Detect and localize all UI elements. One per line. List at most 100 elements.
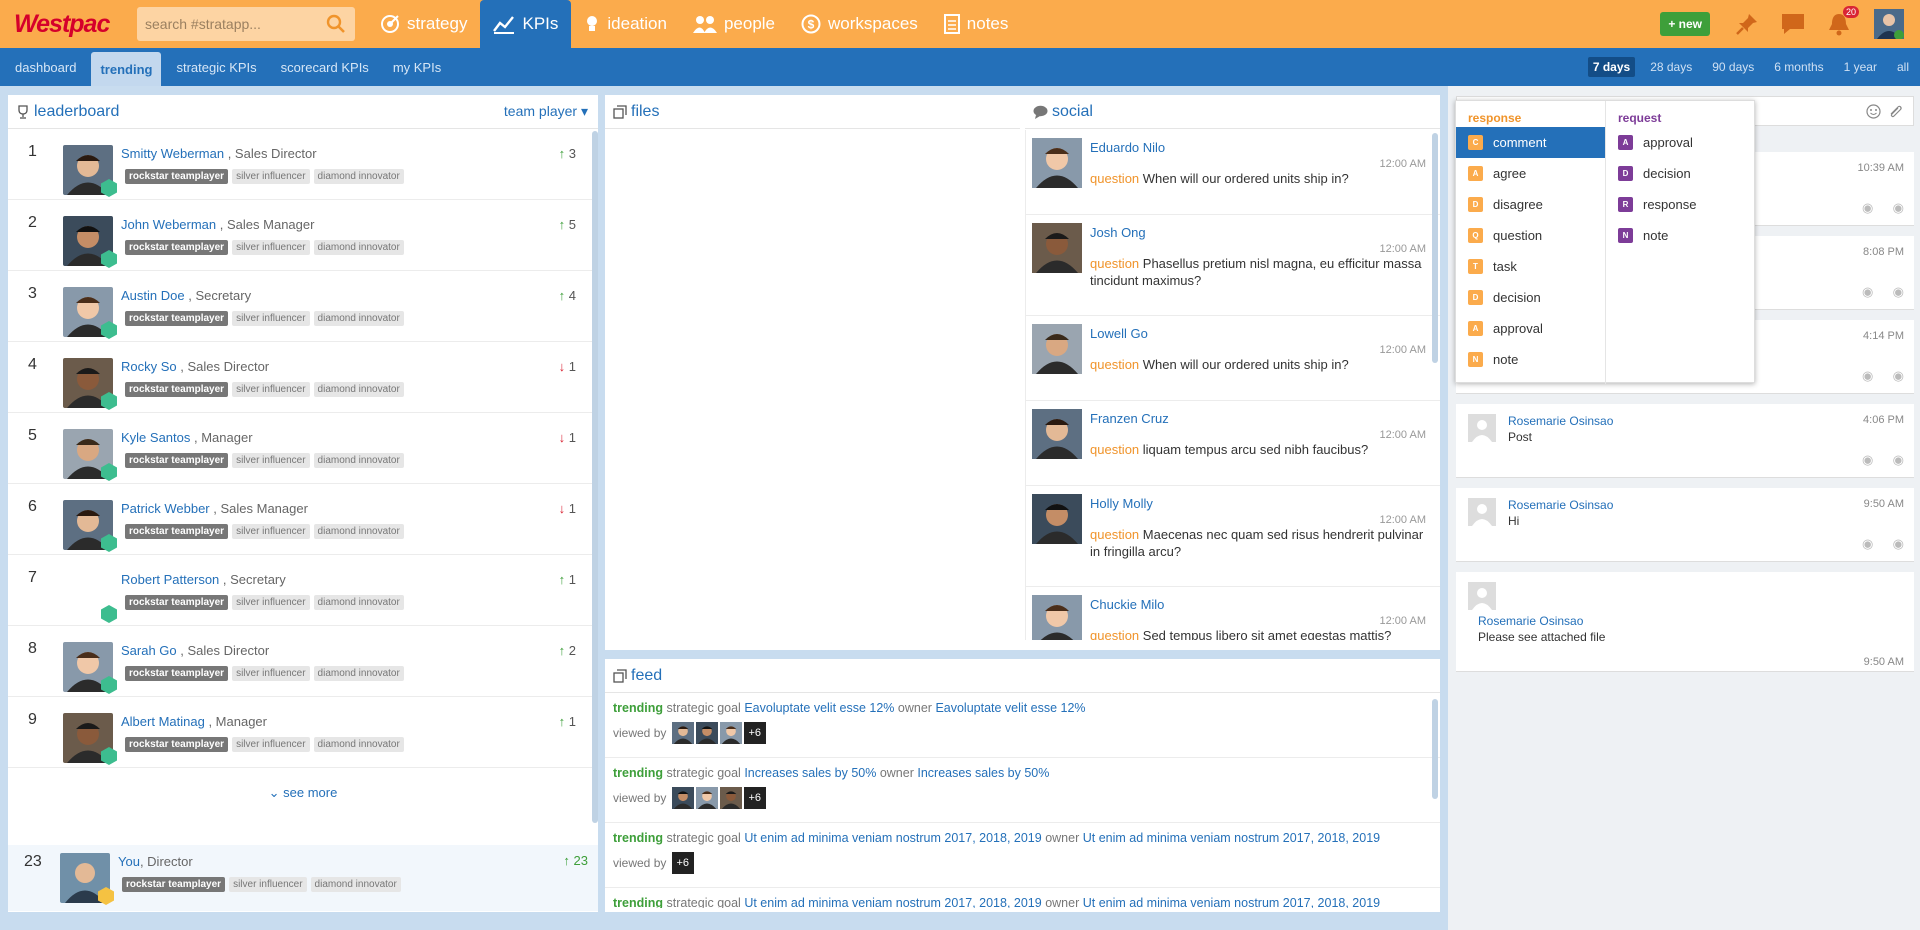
owner-link[interactable]: Ut enim ad minima veniam nostrum 2017, 2… — [1083, 896, 1380, 908]
search-input[interactable] — [137, 7, 355, 41]
owner-link[interactable]: Eavoluptate velit esse 12% — [935, 701, 1085, 715]
response-option-note[interactable]: Nnote — [1456, 344, 1605, 375]
reply-icon[interactable]: ◉ — [1862, 368, 1873, 384]
search-icon[interactable] — [326, 14, 346, 34]
range-6-months[interactable]: 6 months — [1769, 57, 1828, 77]
nav-workspaces[interactable]: $ workspaces — [788, 0, 931, 48]
user-name[interactable]: Sarah Go — [121, 643, 177, 658]
response-option-agree[interactable]: Aagree — [1456, 158, 1605, 189]
user-avatar[interactable] — [1874, 9, 1904, 40]
feed-scrollbar[interactable] — [1432, 699, 1438, 799]
range-all[interactable]: all — [1892, 57, 1914, 77]
notifications[interactable]: 20 — [1827, 6, 1859, 36]
like-icon[interactable]: ◉ — [1893, 536, 1904, 552]
post-author[interactable]: Josh Ong — [1090, 225, 1146, 240]
range-28-days[interactable]: 28 days — [1645, 57, 1697, 77]
post-author[interactable]: Holly Molly — [1090, 496, 1153, 511]
social-scrollbar[interactable] — [1432, 133, 1438, 363]
user-name[interactable]: Smitty Weberman — [121, 146, 224, 161]
sender-name[interactable]: Rosemarie Osinsao — [1478, 614, 1583, 628]
avatar-placeholder-icon[interactable] — [1468, 414, 1496, 442]
user-name[interactable]: Robert Patterson — [121, 572, 219, 587]
avatar[interactable] — [1032, 409, 1082, 459]
avatar-placeholder-icon[interactable] — [1468, 498, 1496, 526]
user-name[interactable]: Patrick Webber — [121, 501, 210, 516]
viewer-avatar[interactable] — [671, 787, 694, 809]
avatar[interactable] — [1032, 138, 1082, 188]
viewer-avatar[interactable] — [695, 787, 718, 809]
goal-link[interactable]: Eavoluptate velit esse 12% — [744, 701, 894, 715]
response-option-decision[interactable]: Ddecision — [1456, 282, 1605, 313]
paperclip-icon[interactable] — [1888, 104, 1903, 119]
range-90-days[interactable]: 90 days — [1707, 57, 1759, 77]
more-viewers-button[interactable]: +6 — [671, 852, 694, 874]
message-actions: ◉ ◉ — [1862, 284, 1904, 300]
post-author[interactable]: Chuckie Milo — [1090, 597, 1164, 612]
subnav-my-kpis[interactable]: my KPIs — [384, 51, 450, 83]
post-author[interactable]: Lowell Go — [1090, 326, 1148, 341]
goal-link[interactable]: Ut enim ad minima veniam nostrum 2017, 2… — [744, 831, 1041, 845]
user-name[interactable]: You — [118, 854, 140, 869]
reply-icon[interactable]: ◉ — [1862, 452, 1873, 468]
subnav-dashboard[interactable]: dashboard — [6, 51, 85, 83]
response-option-approval[interactable]: Aapproval — [1456, 313, 1605, 344]
post-author[interactable]: Franzen Cruz — [1090, 411, 1169, 426]
viewer-avatar[interactable] — [719, 722, 742, 744]
user-name[interactable]: Austin Doe — [121, 288, 185, 303]
response-option-task[interactable]: Ttask — [1456, 251, 1605, 282]
like-icon[interactable]: ◉ — [1893, 284, 1904, 300]
leaderboard-scrollbar[interactable] — [592, 131, 598, 823]
goal-link[interactable]: Increases sales by 50% — [744, 766, 876, 780]
new-button[interactable]: + new — [1660, 12, 1710, 36]
nav-kpis[interactable]: KPIs — [480, 0, 572, 48]
nav-people[interactable]: people — [680, 0, 788, 48]
smile-icon[interactable] — [1866, 104, 1881, 119]
avatar[interactable] — [1032, 223, 1082, 273]
user-name[interactable]: Kyle Santos — [121, 430, 190, 445]
more-viewers-button[interactable]: +6 — [743, 722, 766, 744]
goal-link[interactable]: Ut enim ad minima veniam nostrum 2017, 2… — [744, 896, 1041, 908]
sender-name[interactable]: Rosemarie Osinsao — [1508, 414, 1613, 428]
viewer-avatar[interactable] — [671, 722, 694, 744]
post-author[interactable]: Eduardo Nilo — [1090, 140, 1165, 155]
sender-name[interactable]: Rosemarie Osinsao — [1508, 498, 1613, 512]
range-1-year[interactable]: 1 year — [1839, 57, 1882, 77]
user-name[interactable]: John Weberman — [121, 217, 216, 232]
user-name[interactable]: Rocky So — [121, 359, 177, 374]
brand-logo[interactable]: Westpac — [0, 0, 128, 48]
avatar[interactable] — [1032, 494, 1082, 544]
subnav-scorecard-kpis[interactable]: scorecard KPIs — [272, 51, 378, 83]
range-7-days[interactable]: 7 days — [1587, 57, 1636, 77]
response-option-comment[interactable]: Ccomment — [1456, 127, 1605, 158]
nav-ideation[interactable]: ideation — [571, 0, 680, 48]
owner-link[interactable]: Ut enim ad minima veniam nostrum 2017, 2… — [1083, 831, 1380, 845]
request-option-response[interactable]: Rresponse — [1606, 189, 1756, 220]
nav-notes[interactable]: notes — [931, 0, 1022, 48]
like-icon[interactable]: ◉ — [1893, 200, 1904, 216]
subnav-strategic-kpis[interactable]: strategic KPIs — [167, 51, 265, 83]
avatar[interactable] — [1032, 595, 1082, 640]
like-icon[interactable]: ◉ — [1893, 368, 1904, 384]
more-viewers-button[interactable]: +6 — [743, 787, 766, 809]
response-option-disagree[interactable]: Ddisagree — [1456, 189, 1605, 220]
pin-icon[interactable] — [1735, 12, 1759, 36]
request-option-decision[interactable]: Ddecision — [1606, 158, 1756, 189]
reply-icon[interactable]: ◉ — [1862, 536, 1873, 552]
reply-icon[interactable]: ◉ — [1862, 284, 1873, 300]
avatar-placeholder-icon[interactable] — [1468, 582, 1496, 610]
request-option-approval[interactable]: Aapproval — [1606, 127, 1756, 158]
viewer-avatar[interactable] — [719, 787, 742, 809]
see-more-link[interactable]: ⌄ see more — [8, 785, 598, 801]
user-name[interactable]: Albert Matinag — [121, 714, 205, 729]
chat-icon[interactable] — [1781, 12, 1805, 36]
response-option-question[interactable]: Qquestion — [1456, 220, 1605, 251]
team-player-filter[interactable]: team player ▾ — [504, 103, 588, 120]
viewer-avatar[interactable] — [695, 722, 718, 744]
subnav-trending[interactable]: trending — [91, 52, 162, 86]
nav-strategy[interactable]: strategy — [367, 0, 480, 48]
avatar[interactable] — [1032, 324, 1082, 374]
like-icon[interactable]: ◉ — [1893, 452, 1904, 468]
reply-icon[interactable]: ◉ — [1862, 200, 1873, 216]
request-option-note[interactable]: Nnote — [1606, 220, 1756, 251]
owner-link[interactable]: Increases sales by 50% — [917, 766, 1049, 780]
